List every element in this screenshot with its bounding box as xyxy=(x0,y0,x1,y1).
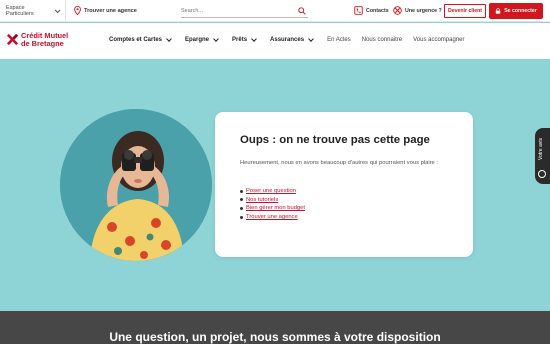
login-button[interactable]: Se connecter xyxy=(489,3,543,19)
espace-label: Espace Particuliers xyxy=(6,4,34,17)
nav-item-label: Epargne xyxy=(185,37,210,43)
contact-banner: Une question, un projet, nous sommes à v… xyxy=(0,311,550,344)
chevron-down-icon xyxy=(213,36,219,42)
become-client-button[interactable]: Devenir client xyxy=(444,4,486,18)
bullet-icon xyxy=(240,215,243,219)
nav-item-assurances[interactable]: Assurances xyxy=(270,36,314,43)
nav-item-vous-accompagner[interactable]: Vous accompagner xyxy=(413,37,464,43)
emergency-label: Une urgence ? xyxy=(405,7,442,14)
nav-item-label: Assurances xyxy=(270,37,305,43)
chevron-down-icon xyxy=(55,7,61,13)
chevron-down-icon xyxy=(166,36,172,42)
main-navigation: Crédit Mutuel de Bretagne Comptes et Car… xyxy=(0,23,550,59)
top-utility-bar: Espace Particuliers Trouver une agence C… xyxy=(0,0,550,22)
woman-with-binoculars-illustration xyxy=(60,109,212,261)
nav-menu: Comptes et Cartes Epargne Prêts Assuranc… xyxy=(109,36,476,43)
brand-name: Crédit Mutuel de Bretagne xyxy=(21,32,68,47)
list-item: Poser une question xyxy=(240,187,305,196)
brand-logo[interactable]: Crédit Mutuel de Bretagne xyxy=(6,32,68,47)
emergency-link[interactable]: Une urgence ? xyxy=(393,6,442,15)
search-input[interactable] xyxy=(181,7,291,14)
nav-item-comptes[interactable]: Comptes et Cartes xyxy=(109,36,172,43)
link-tutoriels[interactable]: Nos tutoriels xyxy=(246,196,278,205)
not-found-message: Heureusement, nous en avons beaucoup d'a… xyxy=(240,160,439,166)
find-agency-label: Trouver une agence xyxy=(84,7,137,14)
chevron-down-icon xyxy=(308,36,314,42)
contacts-label: Contacts xyxy=(366,7,389,14)
feedback-icon xyxy=(538,170,546,178)
login-label: Se connecter xyxy=(504,8,537,14)
search-icon[interactable] xyxy=(298,7,306,15)
bullet-icon xyxy=(240,206,243,210)
nav-item-prets[interactable]: Prêts xyxy=(232,36,257,43)
search-box xyxy=(181,4,308,18)
suggestion-links: Poser une question Nos tutoriels Bien gé… xyxy=(240,187,305,221)
nav-item-epargne[interactable]: Epargne xyxy=(185,36,219,43)
map-pin-icon xyxy=(74,6,81,15)
link-budget[interactable]: Bien gérer mon budget xyxy=(246,204,305,213)
lock-icon xyxy=(495,8,501,14)
nav-item-nous-connaitre[interactable]: Nous connaitre xyxy=(362,37,402,43)
bullet-icon xyxy=(240,189,243,193)
emergency-icon xyxy=(393,6,402,15)
bullet-icon xyxy=(240,198,243,202)
brand-line-2: de Bretagne xyxy=(21,38,64,48)
contacts-link[interactable]: Contacts xyxy=(354,6,389,15)
nav-item-label: Prêts xyxy=(232,37,248,43)
espace-selector[interactable]: Espace Particuliers xyxy=(0,0,66,22)
link-poser-question[interactable]: Poser une question xyxy=(246,187,296,196)
nav-item-en-actes[interactable]: En Actes xyxy=(327,37,351,43)
link-trouver-agence[interactable]: Trouver une agence xyxy=(246,213,298,222)
page-title: Oups : on ne trouve pas cette page xyxy=(240,134,430,146)
banner-title: Une question, un projet, nous sommes à v… xyxy=(109,330,441,344)
hero-photo xyxy=(60,109,212,261)
list-item: Trouver une agence xyxy=(240,213,305,222)
feedback-tab[interactable]: Votre avis xyxy=(535,128,550,184)
phone-icon xyxy=(354,6,363,15)
feedback-label: Votre avis xyxy=(538,138,544,160)
find-agency-link[interactable]: Trouver une agence xyxy=(74,6,137,15)
chevron-down-icon xyxy=(251,36,257,42)
nav-item-label: Comptes et Cartes xyxy=(109,37,163,43)
list-item: Nos tutoriels xyxy=(240,196,305,205)
list-item: Bien gérer mon budget xyxy=(240,204,305,213)
not-found-card: Oups : on ne trouve pas cette page Heure… xyxy=(215,112,473,257)
cross-logo-icon xyxy=(6,33,19,46)
